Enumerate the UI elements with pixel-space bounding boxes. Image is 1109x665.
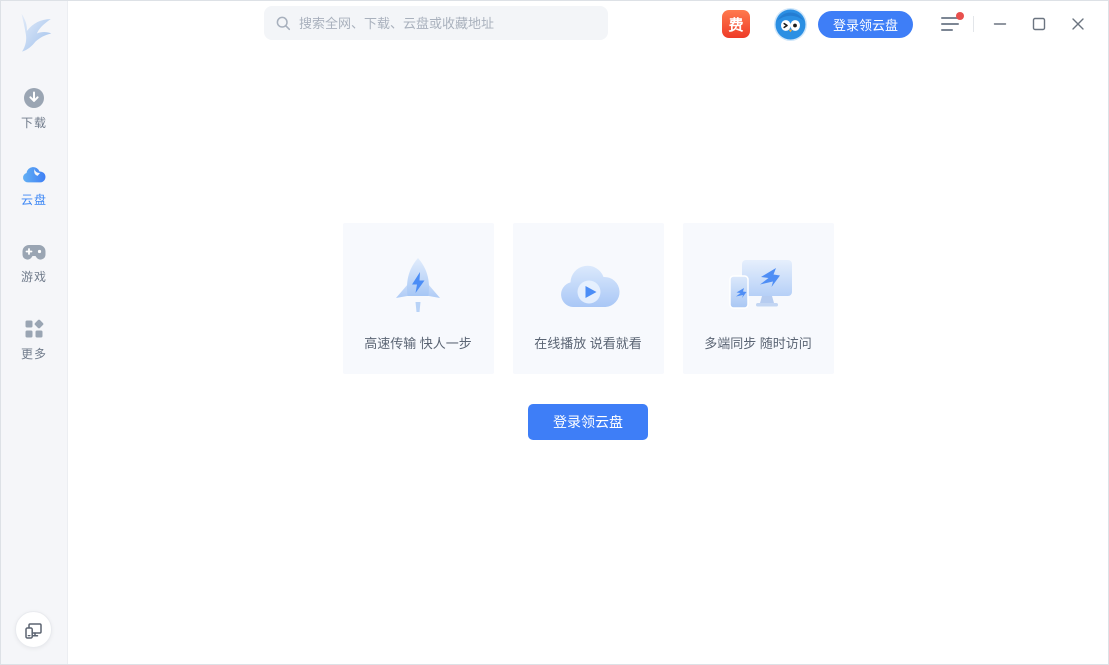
remote-device-button[interactable] bbox=[15, 611, 52, 648]
feature-cards: 高速传输 快人一步 在线播放 说看就看 bbox=[68, 223, 1108, 374]
rocket-speed-icon bbox=[386, 251, 450, 319]
download-icon bbox=[22, 86, 46, 110]
bird-avatar-icon bbox=[774, 8, 807, 41]
more-grid-icon bbox=[22, 317, 46, 341]
sidebar-item-more[interactable]: 更多 bbox=[4, 317, 64, 362]
close-button[interactable] bbox=[1068, 14, 1088, 34]
feature-card-speed: 高速传输 快人一步 bbox=[343, 223, 494, 374]
app-logo-bird-icon[interactable] bbox=[10, 8, 58, 56]
gamepad-icon bbox=[22, 240, 46, 264]
notification-dot bbox=[956, 12, 964, 20]
main-column: 费 登录领云盘 bbox=[68, 1, 1108, 664]
sidebar-item-label: 云盘 bbox=[21, 191, 47, 208]
sidebar-nav: 下载 云盘 bbox=[4, 86, 64, 362]
minimize-icon bbox=[993, 17, 1007, 31]
sidebar-item-label: 游戏 bbox=[21, 268, 47, 285]
sidebar-item-games[interactable]: 游戏 bbox=[4, 240, 64, 285]
cloud-drive-landing: 高速传输 快人一步 在线播放 说看就看 bbox=[68, 47, 1108, 664]
sidebar-item-label: 更多 bbox=[21, 345, 47, 362]
app-window: 下载 云盘 bbox=[0, 0, 1109, 665]
sidebar-item-download[interactable]: 下载 bbox=[4, 86, 64, 131]
feature-card-sync: 多端同步 随时访问 bbox=[683, 223, 834, 374]
sidebar-item-cloud[interactable]: 云盘 bbox=[4, 163, 64, 208]
login-cloud-cta-button[interactable]: 登录领云盘 bbox=[528, 404, 648, 440]
cloud-icon bbox=[22, 163, 46, 187]
fee-promo-icon[interactable]: 费 bbox=[722, 10, 750, 38]
search-box[interactable] bbox=[264, 6, 608, 40]
cloud-play-icon bbox=[556, 251, 620, 319]
maximize-icon bbox=[1032, 17, 1046, 31]
fee-promo-label: 费 bbox=[728, 14, 743, 35]
maximize-button[interactable] bbox=[1029, 14, 1049, 34]
search-input[interactable] bbox=[299, 16, 596, 31]
close-icon bbox=[1071, 17, 1085, 31]
multi-device-sync-icon bbox=[720, 251, 796, 319]
topbar-right-controls: 费 登录领云盘 bbox=[722, 1, 1108, 47]
minimize-button[interactable] bbox=[990, 14, 1010, 34]
sidebar: 下载 云盘 bbox=[1, 1, 68, 664]
topbar: 费 登录领云盘 bbox=[68, 1, 1108, 47]
device-transfer-icon bbox=[24, 620, 44, 640]
login-cloud-button[interactable]: 登录领云盘 bbox=[818, 11, 913, 38]
sidebar-item-label: 下载 bbox=[21, 114, 47, 131]
feature-card-play: 在线播放 说看就看 bbox=[513, 223, 664, 374]
user-avatar[interactable] bbox=[774, 8, 807, 41]
search-icon bbox=[276, 16, 291, 31]
feature-card-label: 在线播放 说看就看 bbox=[534, 333, 642, 352]
feature-card-label: 高速传输 快人一步 bbox=[364, 333, 472, 352]
main-menu-button[interactable] bbox=[941, 16, 959, 32]
divider bbox=[973, 16, 974, 32]
feature-card-label: 多端同步 随时访问 bbox=[704, 333, 812, 352]
